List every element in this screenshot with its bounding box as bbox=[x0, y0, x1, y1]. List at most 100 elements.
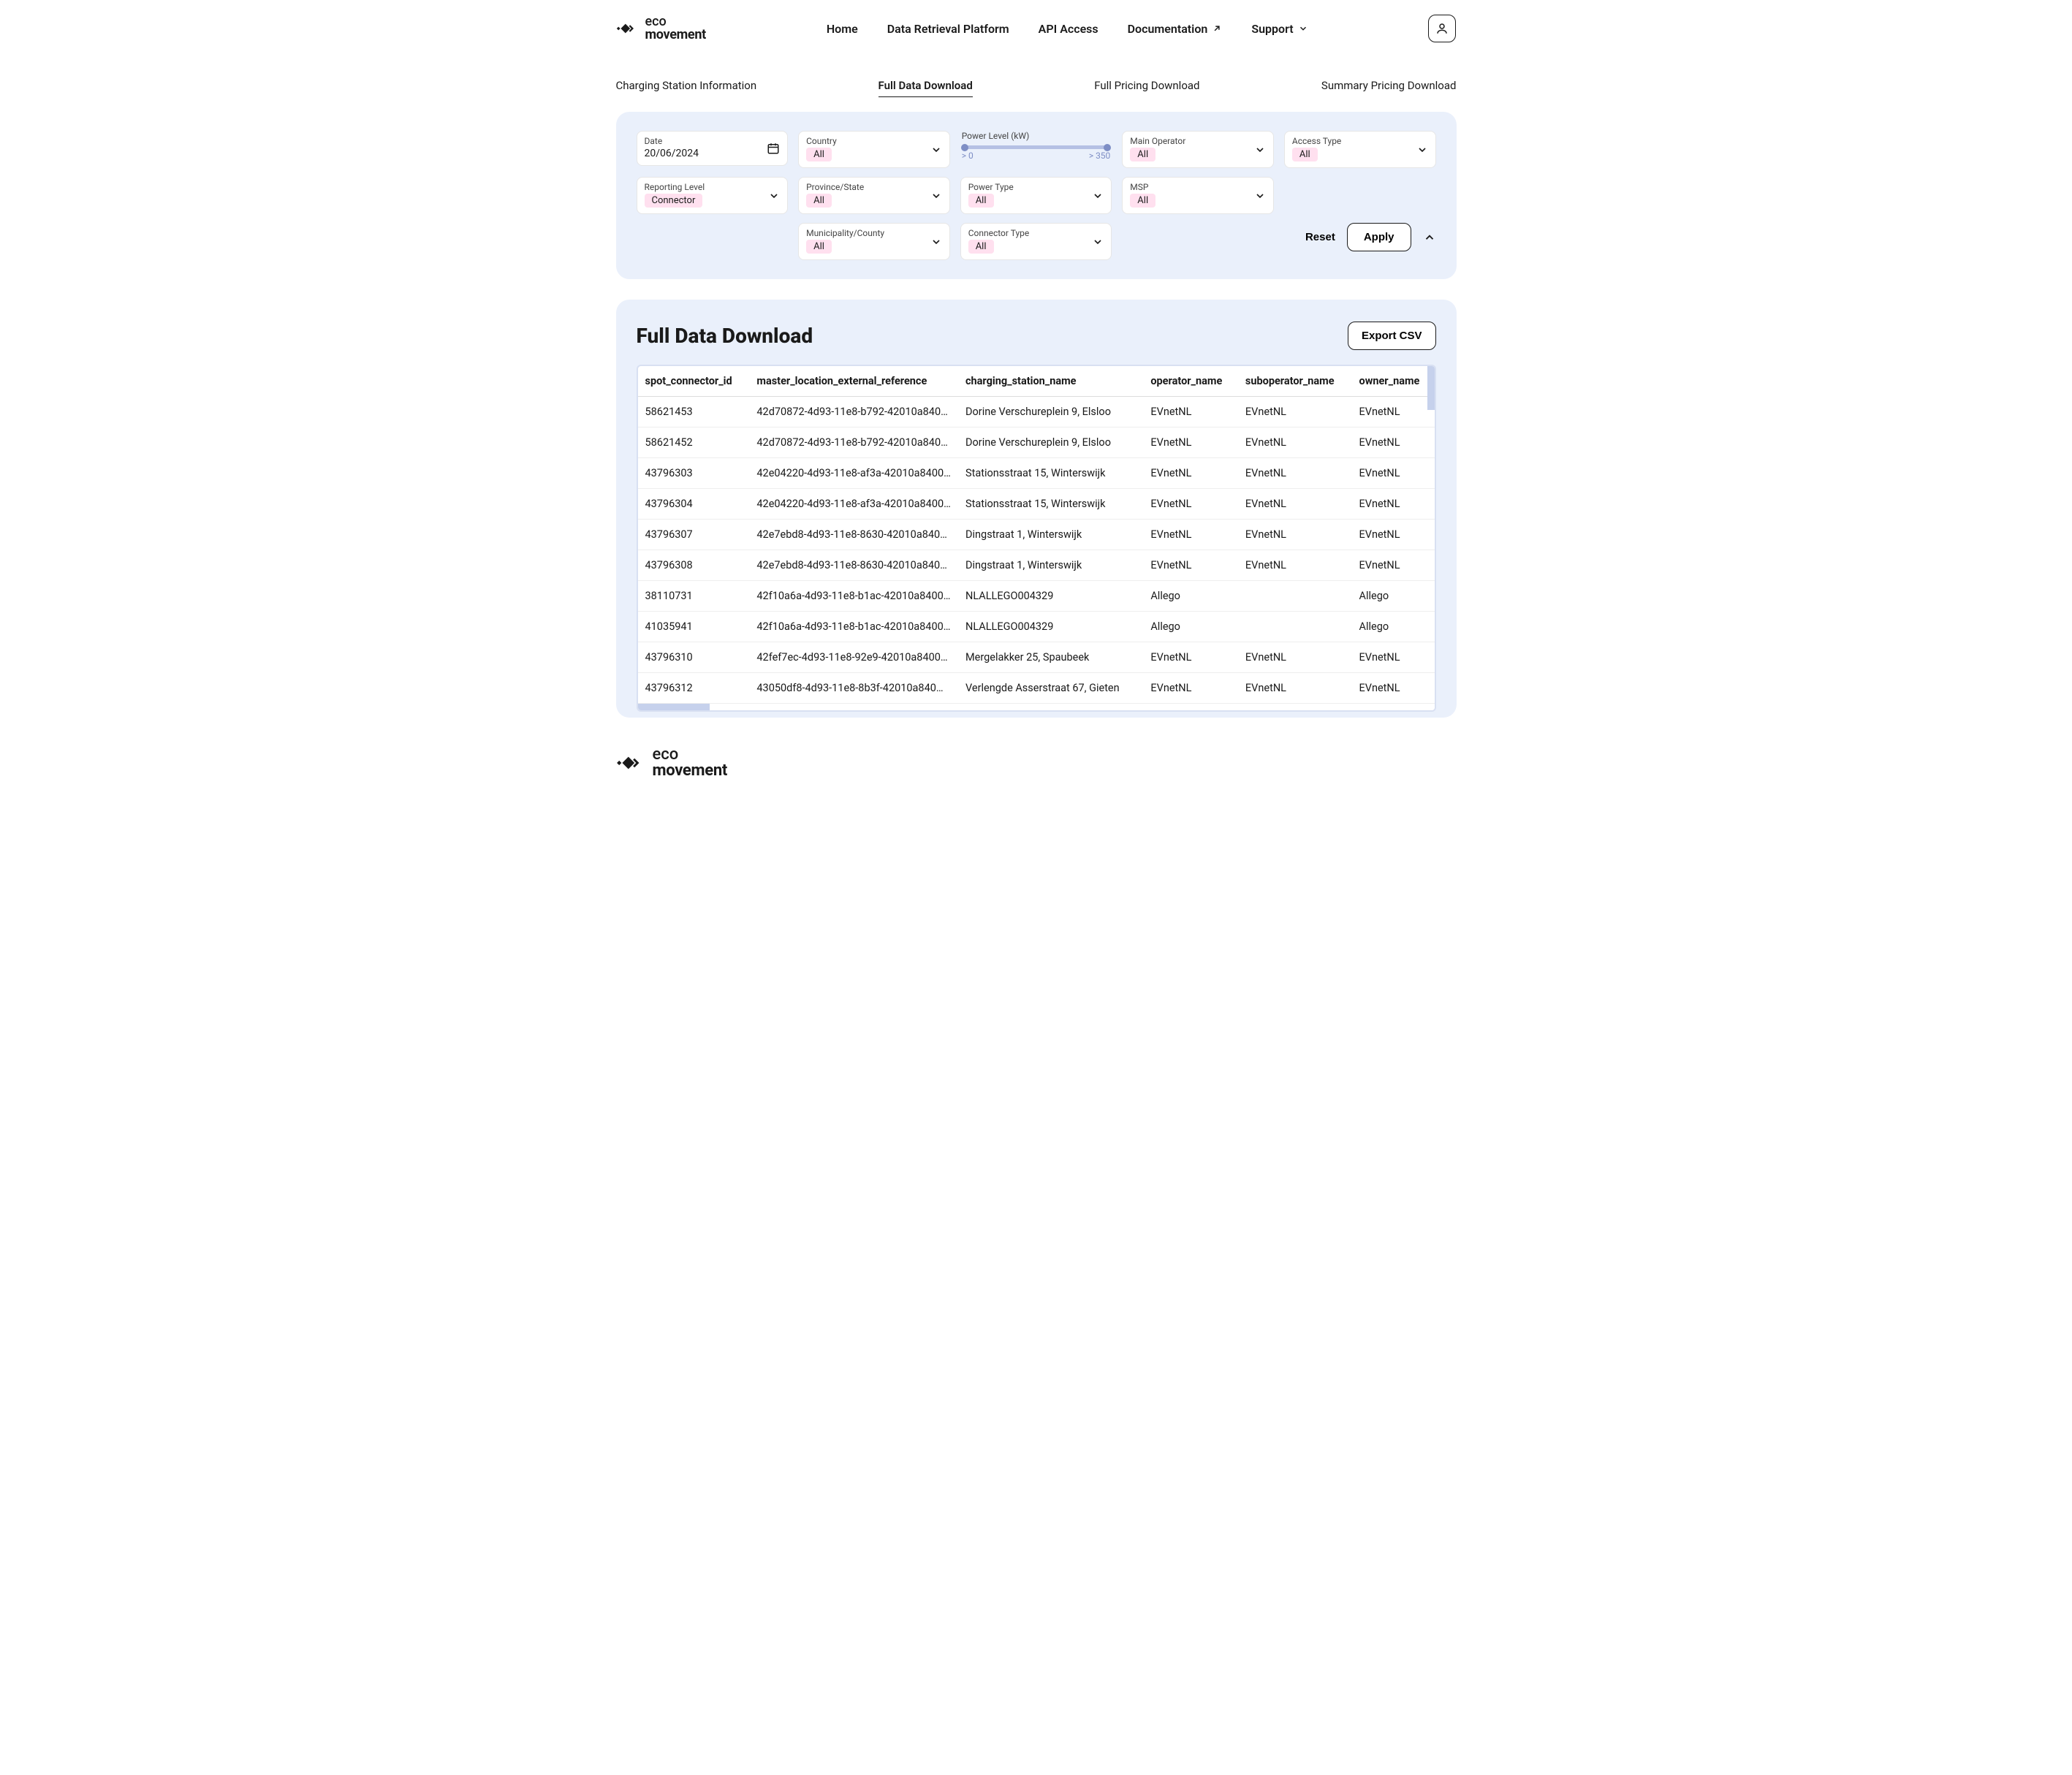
power-level-slider-handle-min[interactable] bbox=[961, 144, 968, 151]
cell-owner-name: EVnetNL bbox=[1352, 427, 1435, 458]
chevron-down-icon bbox=[930, 144, 942, 156]
power-level-slider-track[interactable] bbox=[962, 145, 1111, 149]
cell-owner-name: EVnetNL bbox=[1352, 489, 1435, 520]
footer-logo-text: eco movement bbox=[653, 747, 728, 779]
user-icon bbox=[1435, 22, 1449, 35]
subnav: Charging Station Information Full Data D… bbox=[616, 57, 1457, 112]
table-row[interactable]: 4379630342e04220-4d93-11e8-af3a-42010a84… bbox=[638, 458, 1435, 489]
cell-master-location-ref: 42e04220-4d93-11e8-af3a-42010a8400… bbox=[749, 458, 958, 489]
cell-owner-name: EVnetNL bbox=[1352, 397, 1435, 427]
cell-operator-name: EVnetNL bbox=[1143, 489, 1238, 520]
collapse-filters-button[interactable] bbox=[1423, 231, 1436, 244]
table-row[interactable]: 4379631042fef7ec-4d93-11e8-92e9-42010a84… bbox=[638, 642, 1435, 673]
filter-province-value: All bbox=[806, 194, 832, 208]
table-row[interactable]: 4379630842e7ebd8-4d93-11e8-8630-42010a84… bbox=[638, 550, 1435, 581]
filter-power-type-label: Power Type bbox=[968, 182, 1104, 192]
cell-spot-connector-id: 43796312 bbox=[638, 673, 750, 704]
chevron-down-icon bbox=[930, 190, 942, 202]
cell-charging-station-name: Stationsstraat 15, Winterswijk bbox=[958, 458, 1143, 489]
data-section: Full Data Download Export CSV spot_conne… bbox=[616, 300, 1457, 718]
horizontal-scrollbar-thumb[interactable] bbox=[638, 704, 710, 710]
tab-full-pricing-download[interactable]: Full Pricing Download bbox=[1094, 79, 1199, 97]
nav-data-retrieval-platform[interactable]: Data Retrieval Platform bbox=[887, 22, 1009, 36]
cell-owner-name: Allego bbox=[1352, 612, 1435, 642]
filter-date-label: Date bbox=[645, 136, 781, 146]
cell-suboperator-name bbox=[1238, 581, 1352, 612]
table-row[interactable]: 4379630442e04220-4d93-11e8-af3a-42010a84… bbox=[638, 489, 1435, 520]
filter-power-type-value: All bbox=[968, 194, 994, 208]
cell-master-location-ref: 42d70872-4d93-11e8-b792-42010a840… bbox=[749, 397, 958, 427]
calendar-icon bbox=[767, 142, 780, 155]
chevron-down-icon bbox=[930, 236, 942, 248]
power-level-slider-handle-max[interactable] bbox=[1104, 144, 1111, 151]
chevron-down-icon bbox=[1254, 144, 1266, 156]
nav-documentation-label: Documentation bbox=[1128, 22, 1208, 36]
filter-country-value: All bbox=[806, 148, 832, 161]
export-csv-button[interactable]: Export CSV bbox=[1348, 322, 1436, 350]
col-charging-station-name[interactable]: charging_station_name bbox=[958, 366, 1143, 397]
nav-api-access[interactable]: API Access bbox=[1039, 22, 1098, 36]
cell-spot-connector-id: 38110731 bbox=[638, 581, 750, 612]
chevron-down-icon bbox=[1092, 236, 1104, 248]
chevron-down-icon bbox=[1254, 190, 1266, 202]
nav-support-label: Support bbox=[1251, 22, 1293, 36]
col-suboperator-name[interactable]: suboperator_name bbox=[1238, 366, 1352, 397]
apply-button[interactable]: Apply bbox=[1347, 223, 1411, 251]
filter-power-type[interactable]: Power Type All bbox=[960, 177, 1112, 214]
cell-charging-station-name: Mergelakker 25, Spaubeek bbox=[958, 642, 1143, 673]
table-row[interactable]: 3811073142f10a6a-4d93-11e8-b1ac-42010a84… bbox=[638, 581, 1435, 612]
filter-municipality[interactable]: Municipality/County All bbox=[798, 223, 950, 260]
reset-button[interactable]: Reset bbox=[1305, 231, 1335, 243]
horizontal-scrollbar-track[interactable] bbox=[638, 703, 1435, 710]
vertical-scrollbar[interactable] bbox=[1427, 366, 1435, 410]
cell-owner-name: EVnetNL bbox=[1352, 642, 1435, 673]
filter-main-operator-label: Main Operator bbox=[1130, 136, 1266, 146]
table-row[interactable]: 4379631243050df8-4d93-11e8-8b3f-42010a84… bbox=[638, 673, 1435, 704]
cell-master-location-ref: 42e04220-4d93-11e8-af3a-42010a8400… bbox=[749, 489, 958, 520]
cell-owner-name: EVnetNL bbox=[1352, 673, 1435, 704]
logo[interactable]: eco movement bbox=[616, 15, 706, 42]
col-operator-name[interactable]: operator_name bbox=[1143, 366, 1238, 397]
filter-reporting-level[interactable]: Reporting Level Connector bbox=[637, 177, 789, 214]
tab-full-data-download[interactable]: Full Data Download bbox=[878, 79, 973, 97]
col-master-location-external-reference[interactable]: master_location_external_reference bbox=[749, 366, 958, 397]
filter-connector-type[interactable]: Connector Type All bbox=[960, 223, 1112, 260]
cell-spot-connector-id: 43796310 bbox=[638, 642, 750, 673]
filter-province[interactable]: Province/State All bbox=[798, 177, 950, 214]
filter-reporting-level-value: Connector bbox=[645, 194, 703, 208]
footer-logo[interactable]: eco movement bbox=[616, 747, 1457, 779]
cell-suboperator-name: EVnetNL bbox=[1238, 673, 1352, 704]
col-spot-connector-id[interactable]: spot_connector_id bbox=[638, 366, 750, 397]
cell-operator-name: EVnetNL bbox=[1143, 427, 1238, 458]
table-row[interactable]: 5862145242d70872-4d93-11e8-b792-42010a84… bbox=[638, 427, 1435, 458]
tab-charging-station-information[interactable]: Charging Station Information bbox=[616, 79, 757, 97]
cell-suboperator-name: EVnetNL bbox=[1238, 458, 1352, 489]
account-button[interactable] bbox=[1428, 15, 1456, 42]
filter-power-level-label: Power Level (kW) bbox=[962, 131, 1111, 141]
cell-operator-name: EVnetNL bbox=[1143, 397, 1238, 427]
filter-main-operator[interactable]: Main Operator All bbox=[1122, 131, 1274, 168]
nav-home[interactable]: Home bbox=[827, 22, 858, 36]
filter-date[interactable]: Date 20/06/2024 bbox=[637, 131, 789, 166]
table-row[interactable]: 5862145342d70872-4d93-11e8-b792-42010a84… bbox=[638, 397, 1435, 427]
filter-connector-type-value: All bbox=[968, 240, 994, 254]
cell-charging-station-name: Dingstraat 1, Winterswijk bbox=[958, 550, 1143, 581]
cell-suboperator-name: EVnetNL bbox=[1238, 550, 1352, 581]
filter-msp[interactable]: MSP All bbox=[1122, 177, 1274, 214]
col-owner-name[interactable]: owner_name bbox=[1352, 366, 1435, 397]
cell-spot-connector-id: 58621452 bbox=[638, 427, 750, 458]
cell-charging-station-name: Stationsstraat 15, Winterswijk bbox=[958, 489, 1143, 520]
filter-access-type[interactable]: Access Type All bbox=[1284, 131, 1436, 168]
external-link-icon bbox=[1212, 23, 1222, 34]
data-table: spot_connector_id master_location_extern… bbox=[638, 366, 1435, 703]
logo-icon bbox=[616, 748, 647, 778]
table-row[interactable]: 4379630742e7ebd8-4d93-11e8-8630-42010a84… bbox=[638, 520, 1435, 550]
cell-charging-station-name: Verlengde Asserstraat 67, Gieten bbox=[958, 673, 1143, 704]
tab-summary-pricing-download[interactable]: Summary Pricing Download bbox=[1321, 79, 1457, 97]
table-row[interactable]: 4103594142f10a6a-4d93-11e8-b1ac-42010a84… bbox=[638, 612, 1435, 642]
filter-reporting-level-label: Reporting Level bbox=[645, 182, 781, 192]
nav-documentation[interactable]: Documentation bbox=[1128, 22, 1223, 36]
filter-country[interactable]: Country All bbox=[798, 131, 950, 168]
filter-power-level[interactable]: Power Level (kW) > 0 > 350 bbox=[960, 131, 1112, 161]
nav-support[interactable]: Support bbox=[1251, 22, 1308, 36]
